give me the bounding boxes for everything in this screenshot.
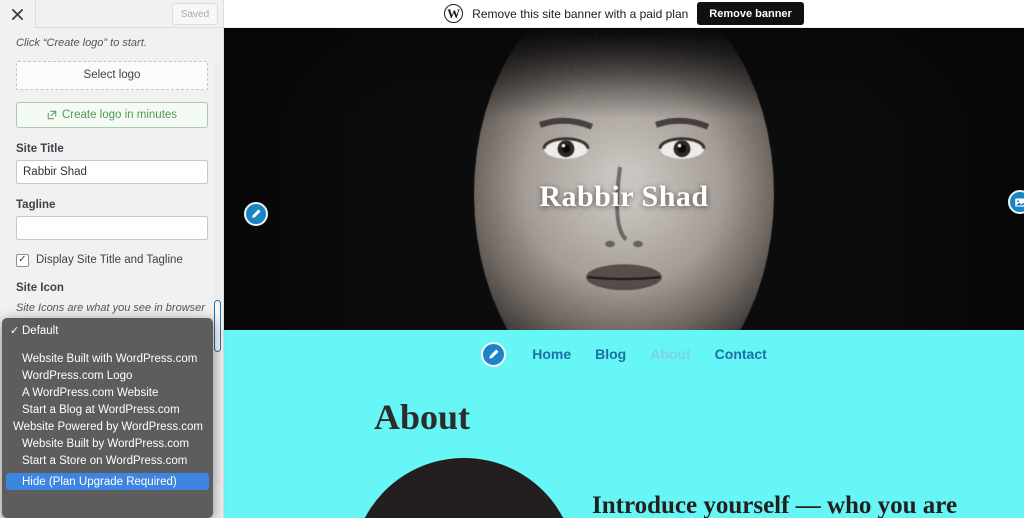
dropdown-option-selected[interactable]: ✓ Default	[2, 322, 213, 339]
about-subheading: Introduce yourself — who you are	[592, 492, 957, 518]
dropdown-option-label: Default	[22, 325, 58, 337]
site-icon-label: Site Icon	[16, 282, 208, 294]
dropdown-option-highlighted[interactable]: Hide (Plan Upgrade Required)	[6, 473, 209, 490]
site-banner-text: Remove this site banner with a paid plan	[472, 7, 688, 21]
nav-link-blog[interactable]: Blog	[595, 346, 626, 362]
dropdown-option[interactable]: A WordPress.com Website	[2, 384, 213, 401]
edit-hero-pencil-icon[interactable]	[244, 202, 268, 226]
saved-button[interactable]: Saved	[172, 3, 218, 25]
create-logo-label: Create logo in minutes	[62, 109, 177, 121]
close-icon[interactable]	[0, 0, 36, 28]
site-title-input[interactable]	[16, 160, 208, 184]
dropdown-option-label: Start a Store on WordPress.com	[22, 455, 187, 467]
hero-background-photo	[224, 28, 1024, 330]
create-logo-button[interactable]: Create logo in minutes	[16, 102, 208, 128]
sidebar-scrollbar-track[interactable]	[214, 64, 221, 484]
dropdown-option-label: WordPress.com Logo	[22, 370, 132, 382]
dropdown-option-label: A WordPress.com Website	[22, 387, 158, 399]
tagline-input[interactable]	[16, 216, 208, 240]
sidebar-header: Saved	[0, 0, 224, 28]
remove-banner-button[interactable]: Remove banner	[697, 2, 804, 25]
edit-navigation-pencil-icon[interactable]	[481, 342, 506, 367]
site-preview: W Remove this site banner with a paid pl…	[224, 0, 1024, 518]
dropdown-option-label: Start a Blog at WordPress.com	[22, 404, 180, 416]
truncated-helper-text	[16, 28, 208, 34]
about-heading: About	[374, 396, 470, 438]
checkbox-check-icon: ✓	[16, 254, 29, 267]
dropdown-option[interactable]: Website Powered by WordPress.com	[2, 418, 213, 435]
site-banner: W Remove this site banner with a paid pl…	[224, 0, 1024, 28]
display-title-tagline-checkbox[interactable]: ✓ Display Site Title and Tagline	[16, 254, 208, 267]
dropdown-separator	[2, 339, 213, 350]
nav-link-home[interactable]: Home	[532, 346, 571, 362]
hero-site-title: Rabbir Shad	[224, 180, 1024, 214]
display-title-tagline-label: Display Site Title and Tagline	[36, 254, 183, 266]
dropdown-option[interactable]: Website Built by WordPress.com	[2, 435, 213, 452]
wordpress-logo-icon: W	[444, 4, 463, 23]
dropdown-option[interactable]: Start a Blog at WordPress.com	[2, 401, 213, 418]
site-navigation: Home Blog About Contact	[224, 330, 1024, 378]
site-title-label: Site Title	[16, 143, 208, 155]
dropdown-option[interactable]: Website Built with WordPress.com	[2, 350, 213, 367]
dropdown-option-label: Website Built with WordPress.com	[22, 353, 197, 365]
check-icon: ✓	[10, 324, 22, 337]
dropdown-option[interactable]: WordPress.com Logo	[2, 367, 213, 384]
about-avatar-placeholder	[352, 458, 576, 518]
select-logo-button[interactable]: Select logo	[16, 61, 208, 90]
sidebar-scrollbar-thumb[interactable]	[214, 300, 221, 352]
about-section: About Introduce yourself — who you are	[224, 378, 1024, 518]
dropdown-option-label: Website Built by WordPress.com	[22, 438, 189, 450]
external-link-icon	[47, 110, 57, 120]
dropdown-option[interactable]: Start a Store on WordPress.com	[2, 452, 213, 469]
nav-link-contact[interactable]: Contact	[715, 346, 767, 362]
site-icon-select-popup[interactable]: ✓ Default Website Built with WordPress.c…	[2, 318, 213, 518]
logo-helper-text: Click “Create logo” to start.	[16, 36, 208, 52]
tagline-label: Tagline	[16, 199, 208, 211]
dropdown-option-label: Website Powered by WordPress.com	[13, 421, 203, 433]
hero-section: Rabbir Shad	[224, 28, 1024, 330]
nav-link-about[interactable]: About	[650, 346, 690, 362]
customizer-screen: Saved Click “Create logo” to start. Sele…	[0, 0, 1024, 518]
